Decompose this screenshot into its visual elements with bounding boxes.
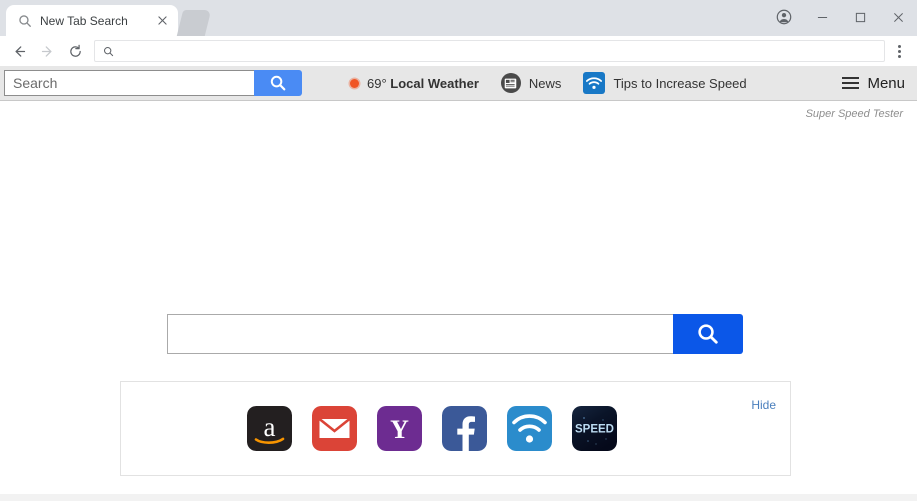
extension-search-input[interactable]: [4, 70, 254, 96]
bar: [842, 77, 860, 79]
search-icon: [698, 324, 718, 344]
extension-toolbar: 69° Local Weather News: [0, 66, 917, 101]
profile-avatar-glyph: [776, 9, 792, 25]
dot: [897, 44, 901, 48]
toolbar-item-tips-to-increase-speed[interactable]: Tips to Increase Speed: [583, 72, 747, 94]
speed-icon-text: SPEED: [575, 424, 614, 436]
bar: [842, 82, 860, 84]
amazon-icon[interactable]: a: [246, 406, 292, 451]
back-arrow-glyph: [15, 45, 25, 57]
hamburger-menu-icon: [842, 77, 860, 89]
back-arrow-icon[interactable]: [6, 38, 32, 64]
facebook-icon[interactable]: [441, 406, 487, 451]
sun-weather-icon: [350, 78, 359, 88]
extension-menu-label: Menu: [867, 74, 905, 92]
new-tab-page: Super Speed Tester Hide a Y SPEED: [0, 101, 917, 501]
svg-text:Y: Y: [390, 415, 409, 444]
close-icon-glyph: [157, 16, 167, 25]
toolbar-item-news[interactable]: News: [500, 73, 562, 93]
main-search-group: [167, 314, 743, 354]
maximize-icon[interactable]: [841, 0, 879, 34]
wifi-glyph: [586, 76, 603, 89]
tab-title: New Tab Search: [40, 13, 128, 28]
window-close-glyph: [893, 12, 903, 22]
gmail-icon[interactable]: [311, 406, 357, 451]
hide-shortcuts-link[interactable]: Hide: [751, 398, 776, 412]
extension-search-button[interactable]: [254, 70, 302, 96]
tab-new-tab-search[interactable]: New Tab Search: [6, 5, 178, 36]
window-close-icon[interactable]: [879, 0, 917, 34]
svg-text:a: a: [263, 412, 275, 442]
toolbar-item-news-label: News: [528, 75, 562, 91]
three-dot-menu-icon[interactable]: [887, 38, 911, 64]
shortcuts-row: a Y SPEED: [121, 382, 790, 475]
extension-menu-button[interactable]: Menu: [842, 75, 905, 92]
search-icon: [270, 75, 286, 91]
profile-avatar-icon[interactable]: [765, 0, 803, 34]
toolbar-item-weather-label: 69° Local Weather: [367, 76, 479, 91]
search-icon: [19, 14, 31, 27]
dot: [897, 54, 901, 58]
dot: [897, 49, 901, 53]
minimize-glyph: [817, 16, 827, 18]
search-icon: [103, 46, 114, 56]
forward-arrow-icon: [34, 38, 60, 64]
forward-arrow-glyph: [41, 45, 51, 57]
speed-test-icon[interactable]: SPEED: [571, 406, 617, 451]
wifi-signal-icon[interactable]: [506, 406, 552, 451]
main-search-button[interactable]: [673, 314, 743, 354]
news-glyph: [505, 78, 517, 88]
reload-glyph: [69, 44, 81, 57]
browser-window: New Tab Search Search 69° Local Weather …: [0, 0, 917, 501]
weather-text: Local Weather: [390, 75, 479, 91]
extension-search-group: [4, 70, 302, 96]
close-icon[interactable]: [154, 13, 170, 29]
extension-toolbar-items: 69° Local Weather News Tips to Increase …: [350, 72, 747, 94]
news-icon: [500, 73, 521, 93]
weather-temperature: 69°: [367, 75, 387, 91]
yahoo-icon[interactable]: Y: [376, 406, 422, 451]
brand-watermark: Super Speed Tester: [805, 108, 903, 120]
shortcuts-panel: Hide a Y SPEED: [120, 381, 791, 476]
maximize-glyph: [855, 12, 865, 22]
window-controls: [765, 0, 917, 34]
tab-strip: New Tab Search: [0, 0, 917, 36]
omnibox-toolbar: [0, 36, 917, 66]
address-bar[interactable]: [94, 40, 885, 62]
toolbar-item-local-weather[interactable]: 69° Local Weather: [350, 76, 479, 91]
toolbar-item-tips-label: Tips to Increase Speed: [613, 75, 747, 91]
new-tab-icon[interactable]: [176, 10, 212, 36]
minimize-icon[interactable]: [803, 0, 841, 34]
wifi-signal-icon: [583, 72, 606, 94]
reload-icon[interactable]: [62, 38, 88, 64]
bar: [842, 87, 860, 89]
page-footer: Super Speed Tester Terms Privacy Restore…: [0, 494, 917, 501]
main-search-input[interactable]: [167, 314, 673, 354]
